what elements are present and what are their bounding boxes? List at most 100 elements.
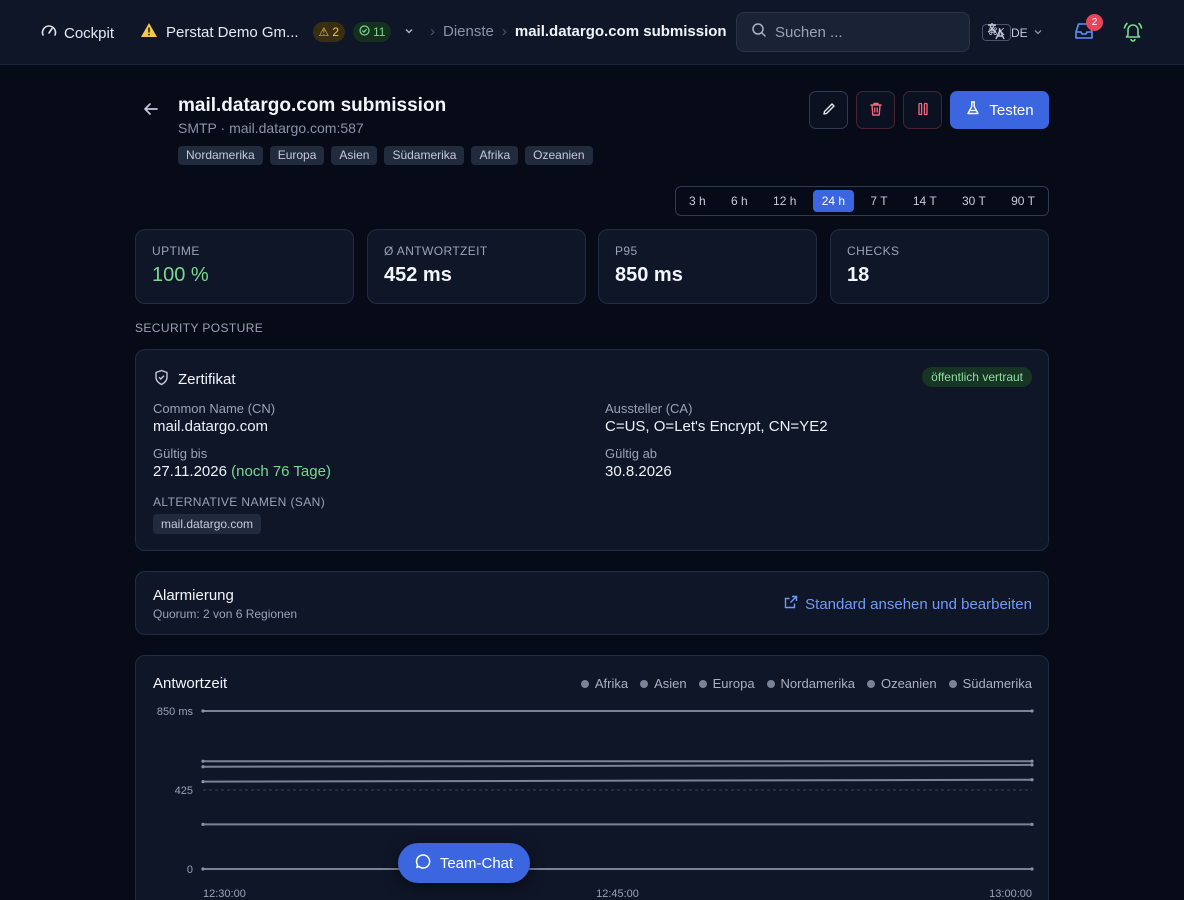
series-line (202, 778, 1033, 783)
external-link-icon (784, 595, 798, 613)
chevron-right-icon: › (430, 23, 435, 40)
trust-badge: öffentlich vertraut (922, 367, 1032, 387)
search-icon (751, 22, 767, 43)
delete-button[interactable] (856, 91, 895, 129)
stat-label: Ø ANTWORTZEIT (384, 244, 488, 258)
chevron-down-icon[interactable] (403, 24, 415, 41)
chevron-right-icon: › (501, 23, 507, 40)
series-point (1030, 759, 1034, 763)
x-tick-label: 12:45:00 (596, 888, 639, 900)
cn-value: mail.datargo.com (153, 418, 269, 435)
edit-button[interactable] (809, 91, 848, 129)
response-time-chart-card: Antwortzeit Afrika Asien Europa Nordamer… (135, 655, 1049, 900)
valid-from-value: 30.8.2026 (605, 463, 672, 480)
alerting-card: Alarmierung Quorum: 2 von 6 Regionen Sta… (135, 571, 1049, 635)
region-tags: Nordamerika Europa Asien Südamerika Afri… (178, 146, 593, 165)
pause-button[interactable] (903, 91, 942, 129)
series-point (201, 709, 205, 713)
stat-label: UPTIME (152, 244, 200, 258)
x-tick-label: 12:30:00 (203, 888, 246, 900)
home-label: Cockpit (64, 24, 115, 42)
home-link[interactable]: Cockpit (40, 22, 114, 44)
region-tag: Europa (269, 146, 325, 165)
stat-value: 100 % (152, 264, 209, 286)
series-line (202, 763, 1033, 768)
chevron-down-icon (1033, 26, 1043, 40)
region-tag: Südamerika (384, 146, 465, 165)
region-tag: Ozeanien (525, 146, 593, 165)
series-point (201, 867, 205, 871)
x-tick-label: 13:00:00 (989, 888, 1032, 900)
valid-until: 27.11.2026 (noch 76 Tage) (153, 463, 331, 480)
response-time-chart: 850 ms 425 0 12:30:00 12:45:00 13:00:00 (157, 706, 1034, 900)
breadcrumb-current: mail.datargo.com submission (514, 23, 727, 40)
stat-uptime: UPTIME 100 % (135, 229, 354, 304)
language-switcher[interactable]: DE (986, 21, 1043, 44)
range-90t[interactable]: 90 T (1002, 190, 1044, 212)
search-box[interactable]: ⌘K (736, 12, 1011, 52)
pause-icon (915, 101, 931, 120)
test-button[interactable]: Testen (950, 91, 1049, 129)
san-label: ALTERNATIVE NAMEN (SAN) (153, 495, 326, 509)
org-switcher[interactable]: Perstat Demo Gm... ⚠ 2 11 (140, 22, 415, 42)
range-12h[interactable]: 12 h (764, 190, 805, 212)
language-code: DE (1011, 25, 1028, 40)
stat-p95: P95 850 ms (598, 229, 817, 304)
ok-count-badge: 11 (353, 22, 392, 42)
top-bar: Cockpit Perstat Demo Gm... ⚠ 2 11 › Dien… (0, 0, 1184, 65)
cn-label: Common Name (CN) (153, 401, 276, 416)
warning-count: 2 (332, 25, 339, 39)
stat-response-time: Ø ANTWORTZEIT 452 ms (367, 229, 586, 304)
series-point (201, 780, 205, 784)
certificate-card: Zertifikat öffentlich vertraut Common Na… (135, 349, 1049, 551)
page-subtitle: SMTP · mail.datargo.com:587 (178, 120, 364, 136)
check-circle-icon (359, 25, 370, 39)
stat-label: CHECKS (847, 244, 900, 258)
series-point (201, 765, 205, 769)
san-chip: mail.datargo.com (153, 514, 262, 534)
series-point (1030, 867, 1034, 871)
warning-icon (140, 22, 158, 42)
translate-icon (986, 21, 1006, 44)
section-title: SECURITY POSTURE (135, 321, 264, 335)
stat-label: P95 (615, 244, 638, 258)
alerting-subtitle: Quorum: 2 von 6 Regionen (153, 607, 298, 621)
valid-until-label: Gültig bis (153, 446, 208, 461)
team-chat-button[interactable]: Team-Chat (398, 843, 530, 883)
stat-value: 850 ms (615, 264, 683, 286)
search-input[interactable] (775, 23, 974, 41)
gauge-icon (40, 22, 58, 44)
alerting-default-link[interactable]: Standard ansehen und bearbeiten (784, 595, 1032, 613)
certificate-header: Zertifikat (153, 369, 236, 390)
warning-count-badge: ⚠ 2 (312, 22, 345, 42)
range-14t[interactable]: 14 T (904, 190, 946, 212)
series-point (201, 822, 205, 826)
breadcrumb-dienste[interactable]: Dienste (443, 23, 494, 40)
test-label: Testen (989, 101, 1034, 119)
breadcrumb: › Dienste › mail.datargo.com submission (430, 23, 727, 40)
range-6h[interactable]: 6 h (722, 190, 757, 212)
trash-icon (868, 101, 884, 120)
ok-count: 11 (373, 25, 386, 39)
range-30t[interactable]: 30 T (953, 190, 995, 212)
region-tag: Nordamerika (178, 146, 263, 165)
header-actions: Testen (809, 91, 1049, 129)
valid-until-remaining: (noch 76 Tage) (231, 463, 331, 480)
team-chat-label: Team-Chat (439, 854, 514, 872)
range-24h[interactable]: 24 h (812, 190, 855, 212)
pencil-icon (821, 101, 837, 120)
bell-icon[interactable] (1122, 20, 1144, 47)
y-tick-label: 0 (187, 864, 193, 876)
shield-check-icon (153, 369, 170, 390)
series-point (1030, 778, 1034, 782)
certificate-title: Zertifikat (178, 371, 236, 388)
back-arrow-icon[interactable] (142, 100, 160, 123)
time-range-selector: 3 h 6 h 12 h 24 h 7 T 14 T 30 T 90 T (675, 186, 1049, 216)
series-point (201, 759, 205, 763)
valid-from-label: Gültig ab (605, 446, 658, 461)
warning-small-icon: ⚠ (318, 25, 330, 39)
region-tag: Asien (331, 146, 378, 165)
range-7t[interactable]: 7 T (861, 190, 896, 212)
range-3h[interactable]: 3 h (680, 190, 715, 212)
series-point (1030, 709, 1034, 713)
